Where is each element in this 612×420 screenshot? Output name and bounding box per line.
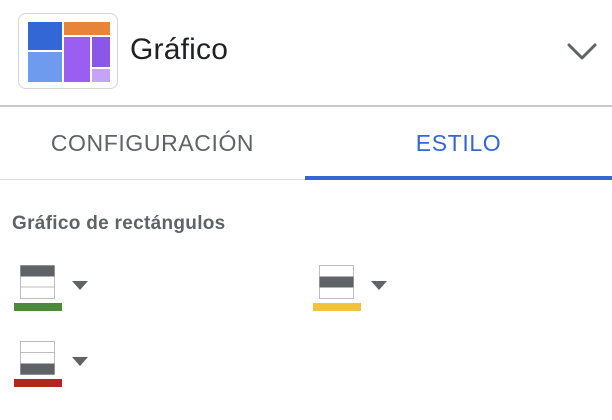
property-tabs: CONFIGURACIÓN ESTILO (0, 108, 612, 180)
chart-type-thumbnail[interactable] (18, 13, 118, 89)
active-tab-indicator (305, 176, 612, 180)
section-title: Gráfico de rectángulos (12, 213, 226, 234)
chevron-down-icon (567, 43, 597, 60)
header-color-picker[interactable] (14, 265, 94, 313)
footer-fill-color-icon (14, 341, 62, 387)
collapse-button[interactable] (562, 34, 602, 70)
treemap-chart-icon (28, 22, 110, 82)
middle-fill-color-icon (313, 265, 361, 311)
tab-configuracion[interactable]: CONFIGURACIÓN (0, 108, 305, 180)
footer-color-picker[interactable] (14, 341, 94, 389)
middle-color-picker[interactable] (313, 265, 393, 313)
dropdown-arrow-icon (72, 357, 88, 366)
chart-type-title: Gráfico (130, 33, 229, 66)
panel-header: Gráfico (0, 0, 612, 107)
header-fill-color-icon (14, 265, 62, 311)
dropdown-arrow-icon (72, 281, 88, 290)
tab-estilo[interactable]: ESTILO (305, 108, 612, 180)
dropdown-arrow-icon (371, 281, 387, 290)
